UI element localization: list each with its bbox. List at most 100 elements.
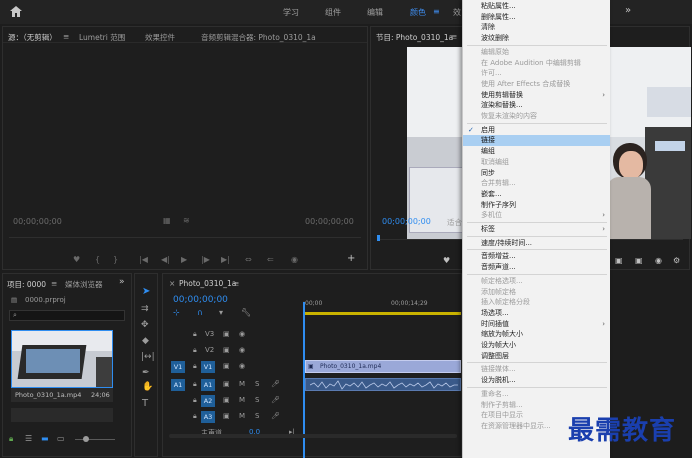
mark-out-icon[interactable]: }: [113, 255, 118, 264]
menu-item[interactable]: 速度/持续时间...: [463, 238, 610, 249]
workspace-color[interactable]: 颜色: [410, 7, 426, 18]
menu-item[interactable]: 标签 ›: [463, 224, 610, 235]
marker-icon[interactable]: ♥: [73, 255, 80, 264]
timeline-timecode[interactable]: 00;00;00;00: [173, 295, 228, 305]
selection-tool-icon[interactable]: ➤: [142, 286, 150, 297]
mic-icon[interactable]: 🎤︎: [271, 380, 280, 388]
menu-item[interactable]: 使用剪辑替换 ›: [463, 90, 610, 101]
tab-lumetri-scopes[interactable]: Lumetri 范围: [79, 32, 125, 43]
sync-lock-icon[interactable]: ▣: [223, 346, 230, 354]
menu-item[interactable]: 制作子序列: [463, 200, 610, 211]
mute-button[interactable]: M: [239, 412, 245, 420]
add-marker-icon[interactable]: ▾: [219, 308, 223, 317]
lock-track-icon[interactable]: 🔒︎: [193, 380, 197, 389]
sync-lock-icon[interactable]: ▣: [223, 380, 230, 388]
mic-icon[interactable]: 🎤︎: [271, 396, 280, 404]
program-menu-icon[interactable]: ≡: [451, 32, 457, 41]
fit-dropdown[interactable]: 适合: [447, 217, 462, 228]
program-playhead[interactable]: [377, 235, 380, 241]
work-area-bar[interactable]: [303, 312, 461, 315]
hand-tool-icon[interactable]: ✋: [142, 382, 153, 392]
ripple-edit-tool-icon[interactable]: ✥: [141, 320, 149, 330]
eye-icon[interactable]: ◉: [239, 330, 245, 338]
zoom-slider-handle[interactable]: [83, 436, 89, 442]
source-scrubber[interactable]: [9, 237, 361, 238]
lock-track-icon[interactable]: 🔒︎: [193, 330, 197, 339]
audio-clip[interactable]: [305, 378, 461, 391]
program-settings-icon[interactable]: ⚙: [673, 256, 680, 265]
lock-track-icon[interactable]: 🔒︎: [193, 362, 197, 371]
menu-item[interactable]: 调整图层: [463, 351, 610, 362]
zoom-slider[interactable]: [75, 439, 115, 440]
mute-button[interactable]: M: [239, 380, 245, 388]
menu-item[interactable]: 场选项...: [463, 308, 610, 319]
tab-source[interactable]: 源：（无剪辑）: [8, 32, 57, 43]
menu-item[interactable]: 删除属性...: [463, 12, 610, 23]
snap-icon[interactable]: ⊹: [173, 308, 180, 317]
solo-button[interactable]: S: [255, 412, 259, 420]
drag-audio-icon[interactable]: ≋: [183, 216, 190, 225]
freeform-view-icon[interactable]: ▭: [57, 434, 65, 443]
workspace-assembly[interactable]: 组件: [325, 7, 341, 18]
workspace-menu-icon[interactable]: ≡: [433, 7, 440, 16]
workspace-effects[interactable]: 效: [453, 7, 461, 18]
go-to-in-icon[interactable]: |◀: [139, 255, 148, 264]
video-clip[interactable]: ▣ Photo_0310_1a.mp4: [305, 360, 461, 373]
program-timecode[interactable]: 00;00;00;00: [382, 217, 431, 226]
project-more-icon[interactable]: »: [119, 277, 125, 287]
lock-icon[interactable]: 🔒︎: [9, 434, 13, 444]
tab-media-browser[interactable]: 媒体浏览器: [65, 279, 103, 290]
go-to-out-icon[interactable]: ▶|: [221, 255, 230, 264]
sync-lock-icon[interactable]: ▣: [223, 396, 230, 404]
track-select-tool-icon[interactable]: ⇉: [141, 304, 149, 314]
eye-icon[interactable]: ◉: [239, 362, 245, 370]
menu-item[interactable]: 设为脱机...: [463, 375, 610, 386]
lock-track-icon[interactable]: 🔒︎: [193, 412, 197, 421]
home-icon[interactable]: [10, 6, 22, 17]
export-frame-icon[interactable]: ◉: [291, 255, 298, 264]
linked-selection-icon[interactable]: ∩: [197, 308, 203, 317]
lock-track-icon[interactable]: 🔒︎: [193, 396, 197, 405]
track-target-a3[interactable]: A3: [201, 411, 215, 423]
tab-project[interactable]: 项目: 0000: [7, 279, 46, 290]
timeline-settings-icon[interactable]: 🔧︎: [241, 308, 251, 317]
step-forward-icon[interactable]: |▶: [201, 255, 210, 264]
menu-item[interactable]: 音频声道...: [463, 262, 610, 273]
tab-effect-controls[interactable]: 效果控件: [145, 32, 175, 43]
mic-icon[interactable]: 🎤︎: [271, 412, 280, 420]
timeline-menu-icon[interactable]: ≡: [233, 279, 239, 288]
sync-lock-icon[interactable]: ▣: [223, 412, 230, 420]
extract-icon[interactable]: ▣: [635, 256, 643, 265]
list-view-icon[interactable]: ☰: [25, 434, 32, 443]
menu-item[interactable]: 同步: [463, 168, 610, 179]
menu-item[interactable]: 波纹删除: [463, 33, 610, 44]
lock-track-icon[interactable]: 🔒︎: [193, 346, 197, 355]
icon-view-icon[interactable]: ▬: [41, 434, 49, 443]
overwrite-icon[interactable]: ⇐: [267, 255, 274, 264]
clip-caption[interactable]: Photo_0310_1a.mp4 24;06: [11, 388, 113, 402]
menu-item[interactable]: 渲染和替换...: [463, 100, 610, 111]
project-search-input[interactable]: ⌕: [9, 310, 125, 321]
menu-item[interactable]: 粘贴属性...: [463, 1, 610, 12]
workspace-learn[interactable]: 学习: [283, 7, 299, 18]
menu-item[interactable]: 编组: [463, 146, 610, 157]
razor-tool-icon[interactable]: ◆: [142, 336, 149, 346]
solo-button[interactable]: S: [255, 396, 259, 404]
add-button-icon[interactable]: +: [347, 253, 355, 264]
sync-lock-icon[interactable]: ▣: [223, 362, 230, 370]
menu-item[interactable]: 时间插值 ›: [463, 319, 610, 330]
timeline-horizontal-scrollbar[interactable]: [169, 434, 457, 438]
clip-thumbnail[interactable]: [11, 330, 113, 388]
track-target-a1[interactable]: A1: [201, 379, 215, 391]
second-clip-thumbnail[interactable]: [11, 408, 113, 422]
step-back-icon[interactable]: ◀|: [161, 255, 170, 264]
tab-sequence[interactable]: Photo_0310_1a: [179, 279, 236, 288]
more-workspaces-icon[interactable]: »: [625, 5, 631, 16]
source-patch-a1[interactable]: A1: [171, 379, 185, 391]
menu-item[interactable]: 嵌套...: [463, 189, 610, 200]
track-target-a2[interactable]: A2: [201, 395, 215, 407]
mark-in-icon[interactable]: {: [95, 255, 100, 264]
program-marker-icon[interactable]: ♥: [443, 256, 450, 265]
timeline-close-icon[interactable]: ×: [169, 279, 175, 288]
mute-button[interactable]: M: [239, 396, 245, 404]
